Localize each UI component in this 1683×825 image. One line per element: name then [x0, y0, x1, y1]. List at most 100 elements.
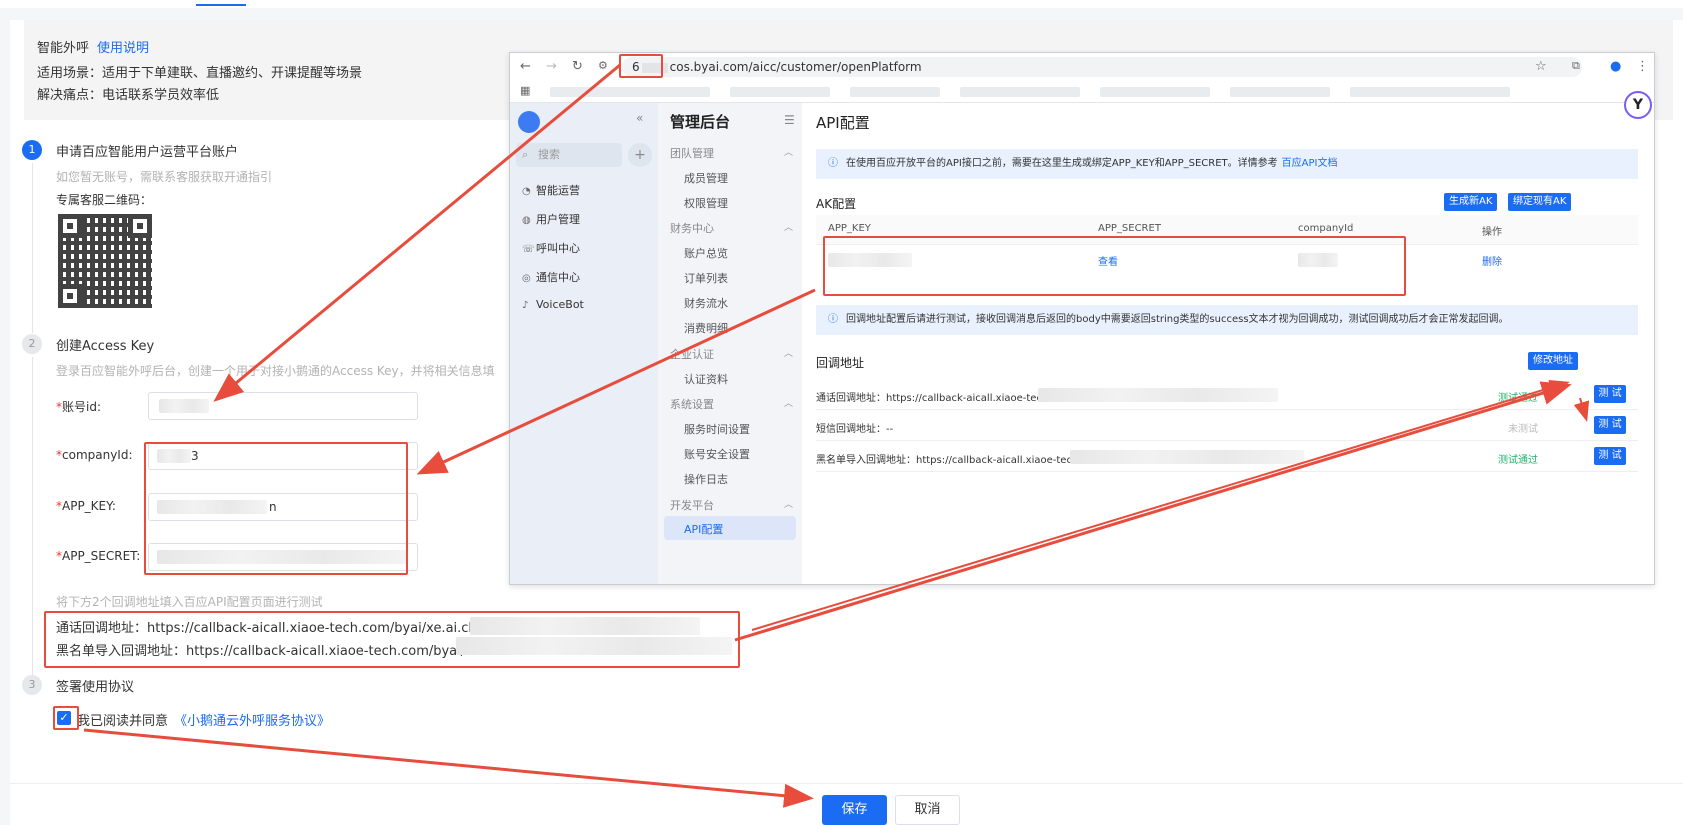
intro-pain: 解决痛点：电话联系学员效率低 — [37, 88, 220, 103]
app-secret-label-text: APP_SECRET: — [62, 549, 141, 563]
add-icon[interactable]: + — [628, 143, 652, 167]
test-callback-button[interactable]: 测 试 — [1594, 416, 1626, 434]
reload-icon[interactable]: ↻ — [572, 59, 583, 74]
menu-item[interactable]: 权限管理 — [684, 195, 728, 211]
customer-service-qr-code — [58, 214, 152, 308]
company-id-label-text: companyId: — [62, 448, 133, 462]
menu-item[interactable]: 财务流水 — [684, 295, 728, 311]
menu-item[interactable]: 订单列表 — [684, 270, 728, 286]
assistant-logo-icon[interactable]: Y — [1624, 91, 1652, 119]
sidebar-search-input[interactable]: ⌕ 搜索 — [516, 143, 622, 167]
sidebar-item-label: 呼叫中心 — [536, 242, 580, 255]
step-1-number: 1 — [22, 140, 42, 160]
menu-group-dev-platform[interactable]: 开发平台 ︿ — [670, 497, 800, 513]
site-settings-icon[interactable]: ⚙ — [598, 59, 608, 72]
highlight-credentials-box — [144, 442, 408, 575]
menu-item[interactable]: 账号安全设置 — [684, 446, 750, 462]
menu-group-enterprise[interactable]: 企业认证 ︿ — [670, 346, 800, 362]
footer-divider — [10, 783, 1683, 784]
phone-icon: ☏ — [522, 244, 535, 255]
menu-group-system[interactable]: 系统设置 ︿ — [670, 396, 800, 412]
callback-row-label: 黑名单导入回调地址：https://callback-aicall.xiaoe-… — [816, 455, 1072, 466]
chevron-up-icon: ︿ — [784, 399, 794, 409]
agreement-link[interactable]: 《小鹅通云外呼服务协议》 — [174, 714, 330, 729]
menu-group-finance[interactable]: 财务中心 ︿ — [670, 220, 800, 236]
browser-window-screenshot: ← → ↻ ⚙ 6 cos.byai.com/aicc/customer/open… — [509, 52, 1655, 585]
app-logo — [518, 111, 540, 133]
api-config-title: API配置 — [816, 114, 870, 132]
mic-icon: ♪ — [522, 300, 529, 311]
sidebar-item-smart-ops[interactable]: ◔ 智能运营 — [522, 182, 580, 198]
help-link[interactable]: 使用说明 — [97, 41, 149, 56]
step-1-hint: 如您暂无账号，需联系客服获取开通指引 — [56, 170, 273, 184]
extensions-icon[interactable]: ⧉ — [1572, 59, 1580, 73]
api-config-panel: API配置 ⓘ 在使用百应开放平台的API接口之前，需要在这里生成或绑定APP_K… — [802, 103, 1654, 584]
page: 智能外呼 使用说明 适用场景：适用于下单建联、直播邀约、开课提醒等场景 解决痛点：… — [0, 0, 1683, 825]
menu-group-label: 财务中心 — [670, 222, 714, 235]
callback-row-blacklist: 黑名单导入回调地址：https://callback-aicall.xiaoe-… — [816, 442, 1638, 472]
cancel-button[interactable]: 取消 — [895, 795, 960, 825]
step-1-title: 申请百应智能用户运营平台账户 — [56, 145, 239, 160]
address-bar[interactable]: 6 cos.byai.com/aicc/customer/openPlatform — [622, 57, 1582, 77]
sidebar-item-label: 用户管理 — [536, 213, 580, 226]
intro-title-text: 智能外呼 — [37, 41, 90, 56]
column-header: companyId — [1298, 223, 1354, 234]
menu-group-team[interactable]: 团队管理 ︿ — [670, 145, 800, 161]
app-key-label-text: APP_KEY: — [62, 499, 116, 513]
profile-icon[interactable]: ● — [1610, 59, 1621, 74]
forward-icon[interactable]: → — [546, 59, 557, 74]
highlight-checkbox-box — [53, 706, 79, 730]
top-tab-strip — [0, 0, 1683, 8]
collapse-sidebar-icon[interactable]: « — [636, 111, 643, 125]
info-icon: ⓘ — [828, 314, 838, 325]
apps-grid-icon[interactable]: ▦ — [520, 84, 530, 97]
app-key-label: *APP_KEY: — [56, 499, 116, 513]
chevron-up-icon: ︿ — [784, 500, 794, 510]
browser-menu-icon[interactable]: ⋮ — [1636, 59, 1649, 74]
sidebar-item-call-center[interactable]: ☏呼叫中心 — [522, 240, 580, 256]
test-callback-button[interactable]: 测 试 — [1594, 385, 1626, 403]
menu-item-api-config[interactable]: API配置 — [684, 521, 723, 537]
menu-group-label: 团队管理 — [670, 147, 714, 160]
url-path: cos.byai.com/aicc/customer/openPlatform — [669, 60, 922, 74]
menu-item[interactable]: 账户总览 — [684, 245, 728, 261]
callback-info-text: 回调地址配置后请进行测试，接收回调消息后返回的body中需要返回string类型… — [846, 314, 1509, 325]
step-2-number: 2 — [22, 334, 42, 354]
callback-info-banner: ⓘ 回调地址配置后请进行测试，接收回调消息后返回的body中需要返回string类… — [816, 305, 1638, 335]
account-id-label-text: 账号id: — [62, 400, 101, 414]
save-button[interactable]: 保存 — [822, 795, 887, 825]
step-2-hint: 登录百应智能外呼后台，创建一个用于对接小鹅通的Access Key，并将相关信息… — [56, 364, 495, 378]
modify-address-button[interactable]: 修改地址 — [1528, 352, 1578, 370]
intro-scene: 适用场景：适用于下单建联、直播邀约、开课提醒等场景 — [37, 66, 363, 81]
generate-ak-button[interactable]: 生成新AK — [1444, 193, 1498, 211]
sidebar-item-label: 通信中心 — [536, 271, 580, 284]
highlight-url-box — [619, 54, 663, 78]
callback-row-call: 通话回调地址：https://callback-aicall.xiaoe-tec… — [816, 380, 1638, 410]
callback-status: 测试通过 — [1498, 393, 1538, 404]
delete-ak-link[interactable]: 删除 — [1482, 253, 1502, 268]
callback-hint: 将下方2个回调地址填入百应API配置页面进行测试 — [56, 595, 323, 609]
menu-item[interactable]: 成员管理 — [684, 170, 728, 186]
test-callback-button[interactable]: 测 试 — [1594, 447, 1626, 465]
sidebar-item-comm-center[interactable]: ◎ 通信中心 — [522, 269, 580, 285]
api-docs-link[interactable]: 百应API文档 — [1282, 158, 1338, 169]
sidebar-item-users[interactable]: ◍ 用户管理 — [522, 211, 580, 227]
menu-item[interactable]: 操作日志 — [684, 471, 728, 487]
back-icon[interactable]: ← — [520, 59, 531, 74]
bookmark-star-icon[interactable]: ☆ — [1535, 59, 1547, 74]
bind-ak-button[interactable]: 绑定现有AK — [1508, 193, 1572, 211]
sidebar-item-voicebot[interactable]: ♪ VoiceBot — [522, 298, 584, 311]
highlight-callback-box — [44, 611, 740, 668]
menu-toggle-icon[interactable]: ☰ — [784, 113, 795, 127]
menu-item[interactable]: 服务时间设置 — [684, 421, 750, 437]
account-id-input[interactable] — [148, 392, 418, 420]
api-info-text: 在使用百应开放平台的API接口之前，需要在这里生成或绑定APP_KEY和APP_… — [846, 158, 1278, 169]
menu-item[interactable]: 消费明细 — [684, 320, 728, 336]
info-icon: ⓘ — [828, 158, 838, 169]
menu-group-label: 开发平台 — [670, 499, 714, 512]
menu-item[interactable]: 认证资料 — [684, 371, 728, 387]
sidebar-item-label: VoiceBot — [536, 298, 584, 311]
step-3-title: 签署使用协议 — [56, 680, 135, 695]
intro-title: 智能外呼 使用说明 — [37, 37, 149, 56]
callback-status: 测试通过 — [1498, 455, 1538, 466]
